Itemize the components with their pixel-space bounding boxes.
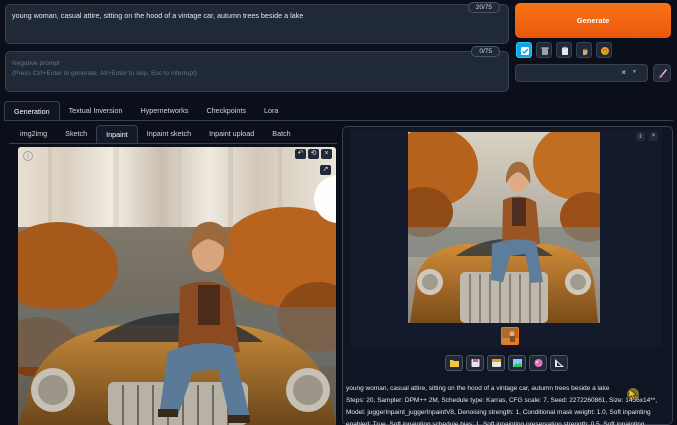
output-action-buttons bbox=[445, 355, 568, 371]
tab-hypernetworks[interactable]: Hypernetworks bbox=[132, 101, 198, 120]
clipboard-icon[interactable] bbox=[556, 42, 572, 58]
subtab-divider bbox=[9, 143, 337, 144]
img2img-tabs: img2img Sketch Inpaint Inpaint sketch In… bbox=[11, 125, 300, 143]
tab-divider bbox=[4, 120, 673, 121]
inpaint-canvas[interactable]: i ↶ ⟲ × ↗ bbox=[18, 147, 336, 425]
hand-icon[interactable] bbox=[576, 42, 592, 58]
output-gallery: ⤓ × bbox=[350, 129, 662, 347]
zip-icon[interactable] bbox=[487, 355, 505, 371]
close-icon[interactable]: × bbox=[321, 149, 332, 159]
tab-inpaint[interactable]: Inpaint bbox=[96, 125, 138, 143]
tab-batch[interactable]: Batch bbox=[263, 125, 299, 143]
negative-token-counter: 0/75 bbox=[471, 46, 500, 57]
tab-inpaint-upload[interactable]: Inpaint upload bbox=[200, 125, 263, 143]
inpaint-photo bbox=[18, 147, 336, 425]
palette-icon[interactable] bbox=[596, 42, 612, 58]
download-icon[interactable]: ⤓ bbox=[636, 132, 645, 141]
positive-prompt-text[interactable]: young woman, casual attire, sitting on t… bbox=[12, 11, 303, 20]
tab-generation[interactable]: Generation bbox=[4, 101, 60, 120]
close-gallery-icon[interactable]: × bbox=[649, 132, 658, 141]
generation-prompt: young woman, casual attire, sitting on t… bbox=[346, 385, 610, 392]
checkbox-icon[interactable] bbox=[516, 42, 532, 58]
negative-prompt-input[interactable]: Negative prompt (Press Ctrl+Enter to gene… bbox=[5, 46, 509, 92]
output-image[interactable] bbox=[408, 132, 600, 323]
output-thumbnail[interactable] bbox=[501, 327, 519, 345]
tab-checkpoints[interactable]: Checkpoints bbox=[197, 101, 255, 120]
styles-dropdown[interactable]: × ▼ bbox=[515, 64, 648, 82]
generate-button[interactable]: Generate bbox=[515, 3, 671, 38]
send-to-img2img-icon[interactable] bbox=[508, 355, 526, 371]
generation-info: young woman, casual attire, sitting on t… bbox=[346, 383, 672, 425]
save-icon[interactable] bbox=[466, 355, 484, 371]
mouse-pointer-icon bbox=[627, 388, 639, 400]
info-icon[interactable]: i bbox=[23, 151, 33, 161]
generation-parameters: Steps: 20, Sampler: DPM++ 2M, Schedule t… bbox=[346, 397, 658, 425]
main-tabs: Generation Textual Inversion Hypernetwor… bbox=[4, 101, 287, 120]
positive-token-counter: 20/75 bbox=[467, 2, 500, 13]
output-panel: ⤓ × young woman, casual attire, sitting … bbox=[342, 126, 673, 425]
tab-img2img[interactable]: img2img bbox=[11, 125, 56, 143]
undo-icon[interactable]: ↶ bbox=[295, 149, 306, 159]
positive-prompt-input[interactable]: young woman, casual attire, sitting on t… bbox=[5, 2, 509, 44]
tab-sketch[interactable]: Sketch bbox=[56, 125, 96, 143]
clear-styles-icon[interactable]: × bbox=[621, 68, 626, 77]
chevron-down-icon[interactable]: ▼ bbox=[632, 69, 637, 75]
trash-icon[interactable] bbox=[536, 42, 552, 58]
send-to-inpaint-icon[interactable] bbox=[529, 355, 547, 371]
img2img-panel: img2img Sketch Inpaint Inpaint sketch In… bbox=[9, 122, 337, 425]
paintbrush-icon bbox=[659, 68, 668, 78]
send-to-extras-icon[interactable] bbox=[550, 355, 568, 371]
brush-size-icon[interactable]: ↗ bbox=[320, 165, 331, 175]
negative-prompt-placeholder[interactable]: Negative prompt (Press Ctrl+Enter to gene… bbox=[12, 59, 197, 79]
reset-icon[interactable]: ⟲ bbox=[308, 149, 319, 159]
tab-lora[interactable]: Lora bbox=[255, 101, 287, 120]
tab-textual-inversion[interactable]: Textual Inversion bbox=[60, 101, 132, 120]
folder-icon[interactable] bbox=[445, 355, 463, 371]
tab-inpaint-sketch[interactable]: Inpaint sketch bbox=[138, 125, 200, 143]
apply-style-button[interactable] bbox=[653, 64, 671, 82]
